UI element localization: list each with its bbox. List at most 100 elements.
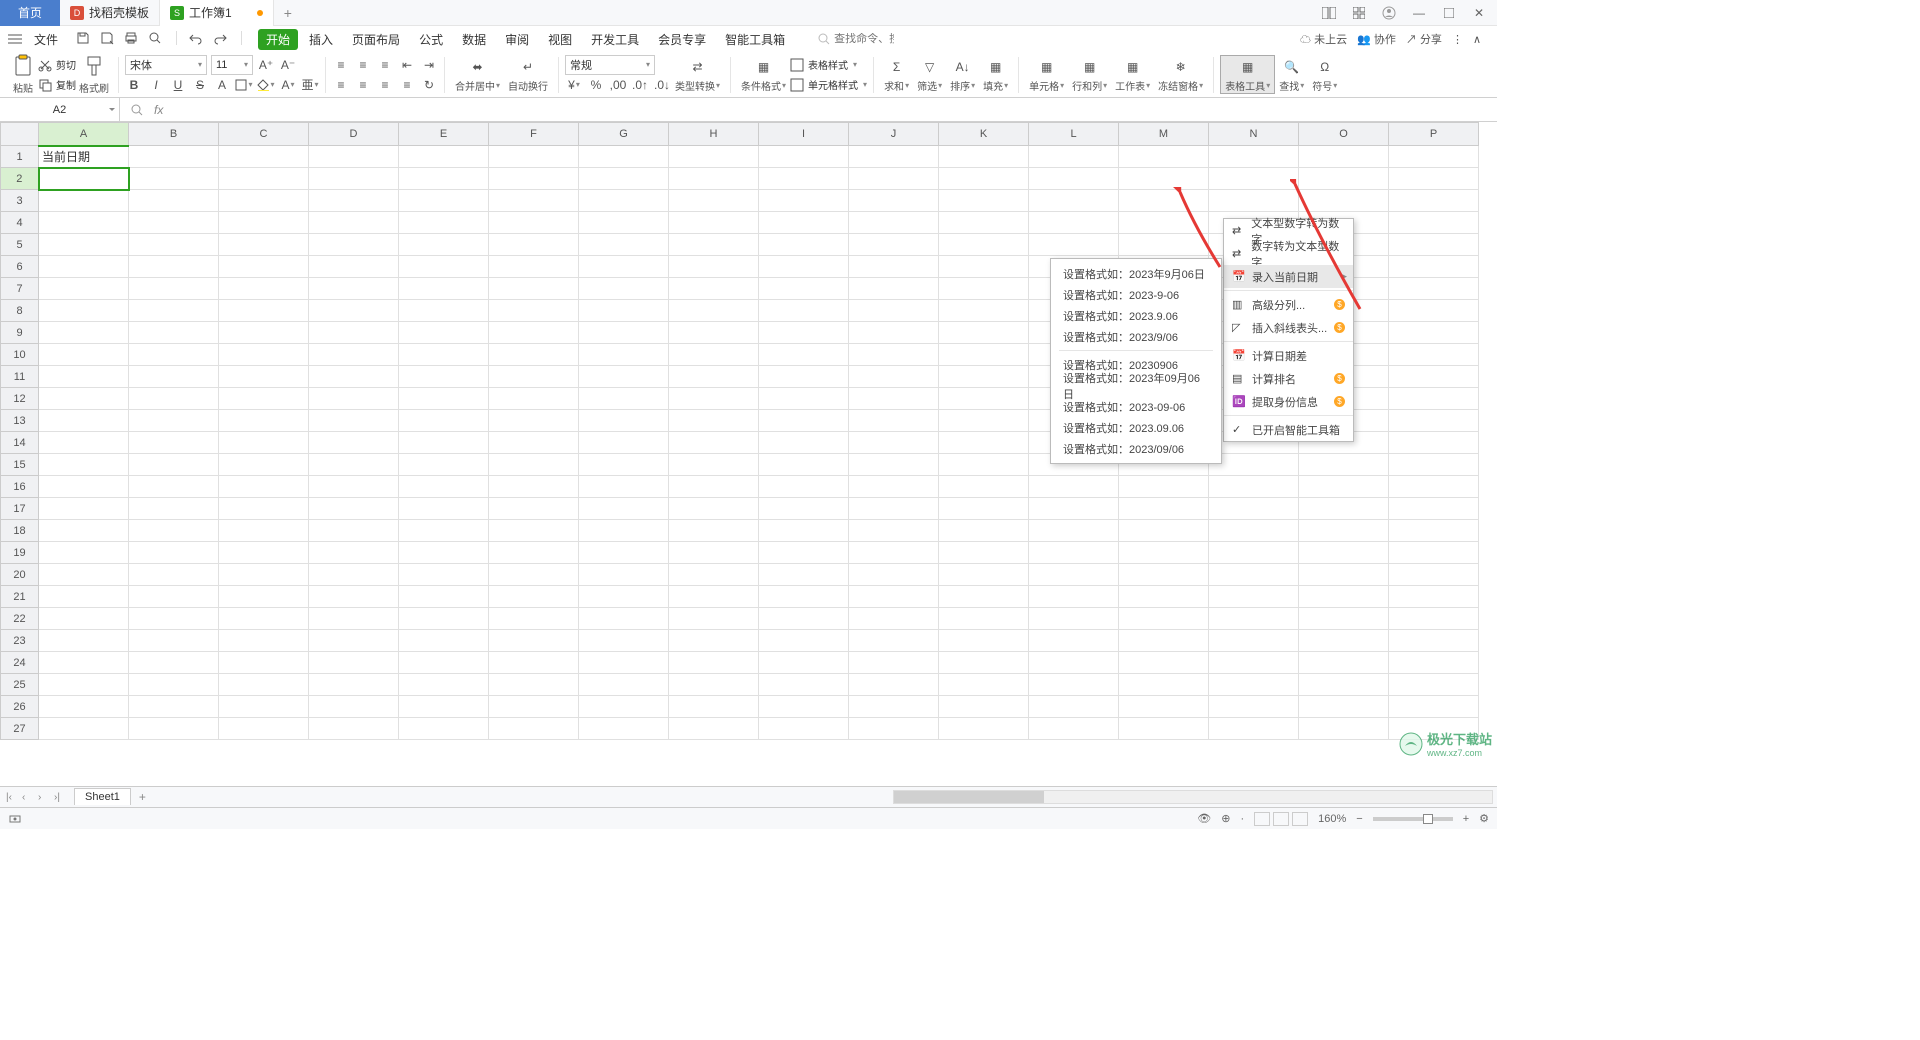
cell-F2[interactable]: [489, 168, 579, 190]
cell-J17[interactable]: [849, 498, 939, 520]
cell-H18[interactable]: [669, 520, 759, 542]
more-icon[interactable]: ⋮: [1452, 33, 1463, 46]
cell-H20[interactable]: [669, 564, 759, 586]
cell-I21[interactable]: [759, 586, 849, 608]
cell-H14[interactable]: [669, 432, 759, 454]
cell-D8[interactable]: [309, 300, 399, 322]
row-header-17[interactable]: 17: [1, 498, 39, 520]
sheet-tab-1[interactable]: Sheet1: [74, 788, 131, 805]
cell-C10[interactable]: [219, 344, 309, 366]
cell-E25[interactable]: [399, 674, 489, 696]
date-format-option-1[interactable]: 设置格式如：2023-9-06: [1051, 284, 1221, 305]
cell-J12[interactable]: [849, 388, 939, 410]
col-header-D[interactable]: D: [309, 123, 399, 146]
cell-C17[interactable]: [219, 498, 309, 520]
cell-K11[interactable]: [939, 366, 1029, 388]
sheet-prev-button[interactable]: ‹: [22, 792, 36, 803]
cell-F7[interactable]: [489, 278, 579, 300]
cell-A27[interactable]: [39, 718, 129, 740]
phonetic-button[interactable]: 亜▾: [301, 76, 319, 94]
cell-A17[interactable]: [39, 498, 129, 520]
file-menu[interactable]: 文件: [26, 29, 66, 50]
cell-L19[interactable]: [1029, 542, 1119, 564]
cell-A7[interactable]: [39, 278, 129, 300]
font-size-select[interactable]: 11▾: [211, 55, 253, 75]
cell-N20[interactable]: [1209, 564, 1299, 586]
format-painter-button[interactable]: 格式刷: [76, 54, 112, 95]
cell-E23[interactable]: [399, 630, 489, 652]
cell-B9[interactable]: [129, 322, 219, 344]
cell-O3[interactable]: [1299, 190, 1389, 212]
cell-L17[interactable]: [1029, 498, 1119, 520]
cell-B12[interactable]: [129, 388, 219, 410]
cell-A6[interactable]: [39, 256, 129, 278]
cell-A19[interactable]: [39, 542, 129, 564]
cell-M27[interactable]: [1119, 718, 1209, 740]
tab-data[interactable]: 数据: [454, 29, 494, 50]
cell-F14[interactable]: [489, 432, 579, 454]
cell-H16[interactable]: [669, 476, 759, 498]
cell-O24[interactable]: [1299, 652, 1389, 674]
cell-A3[interactable]: [39, 190, 129, 212]
cell-C3[interactable]: [219, 190, 309, 212]
cell-A8[interactable]: [39, 300, 129, 322]
find-button[interactable]: 🔍查找▾: [1275, 56, 1308, 93]
cell-I13[interactable]: [759, 410, 849, 432]
view-normal-button[interactable]: [1254, 812, 1270, 826]
row-header-24[interactable]: 24: [1, 652, 39, 674]
select-all-corner[interactable]: [1, 123, 39, 146]
cell-K19[interactable]: [939, 542, 1029, 564]
cell-F24[interactable]: [489, 652, 579, 674]
worksheet-button[interactable]: ▦工作表▾: [1111, 56, 1154, 93]
row-header-15[interactable]: 15: [1, 454, 39, 476]
cell-C14[interactable]: [219, 432, 309, 454]
cell-J2[interactable]: [849, 168, 939, 190]
sheet-first-button[interactable]: |‹: [6, 792, 20, 803]
cell-E4[interactable]: [399, 212, 489, 234]
cell-G7[interactable]: [579, 278, 669, 300]
maximize-button[interactable]: [1441, 5, 1457, 21]
cell-K18[interactable]: [939, 520, 1029, 542]
cell-J21[interactable]: [849, 586, 939, 608]
cell-K8[interactable]: [939, 300, 1029, 322]
cell-F10[interactable]: [489, 344, 579, 366]
percent-icon[interactable]: %: [587, 76, 605, 94]
copy-icon[interactable]: [38, 78, 52, 92]
cell-B24[interactable]: [129, 652, 219, 674]
record-icon[interactable]: [8, 812, 22, 826]
cell-I4[interactable]: [759, 212, 849, 234]
cell-G26[interactable]: [579, 696, 669, 718]
cell-E27[interactable]: [399, 718, 489, 740]
cell-M1[interactable]: [1119, 146, 1209, 168]
cell-J26[interactable]: [849, 696, 939, 718]
cell-I7[interactable]: [759, 278, 849, 300]
cell-N16[interactable]: [1209, 476, 1299, 498]
menu-item-6[interactable]: ▤计算排名$: [1224, 367, 1353, 390]
cell-O19[interactable]: [1299, 542, 1389, 564]
cell-I17[interactable]: [759, 498, 849, 520]
row-header-20[interactable]: 20: [1, 564, 39, 586]
cell-F15[interactable]: [489, 454, 579, 476]
cell-P12[interactable]: [1389, 388, 1479, 410]
row-header-9[interactable]: 9: [1, 322, 39, 344]
table-tools-button[interactable]: ▦表格工具▾: [1220, 55, 1275, 94]
col-header-M[interactable]: M: [1119, 123, 1209, 146]
print-icon[interactable]: [124, 31, 140, 47]
cell-D26[interactable]: [309, 696, 399, 718]
cell-P13[interactable]: [1389, 410, 1479, 432]
cell-F21[interactable]: [489, 586, 579, 608]
collab-button[interactable]: 👥 协作: [1357, 31, 1396, 47]
cell-F17[interactable]: [489, 498, 579, 520]
cell-N26[interactable]: [1209, 696, 1299, 718]
cell-D19[interactable]: [309, 542, 399, 564]
cell-C4[interactable]: [219, 212, 309, 234]
cell-I24[interactable]: [759, 652, 849, 674]
cell-B18[interactable]: [129, 520, 219, 542]
cell-I18[interactable]: [759, 520, 849, 542]
cell-A18[interactable]: [39, 520, 129, 542]
menu-item-2[interactable]: 📅录入当前日期▸: [1224, 265, 1353, 288]
paste-button[interactable]: 粘贴: [8, 54, 38, 95]
cell-D14[interactable]: [309, 432, 399, 454]
cell-E3[interactable]: [399, 190, 489, 212]
cell-A10[interactable]: [39, 344, 129, 366]
